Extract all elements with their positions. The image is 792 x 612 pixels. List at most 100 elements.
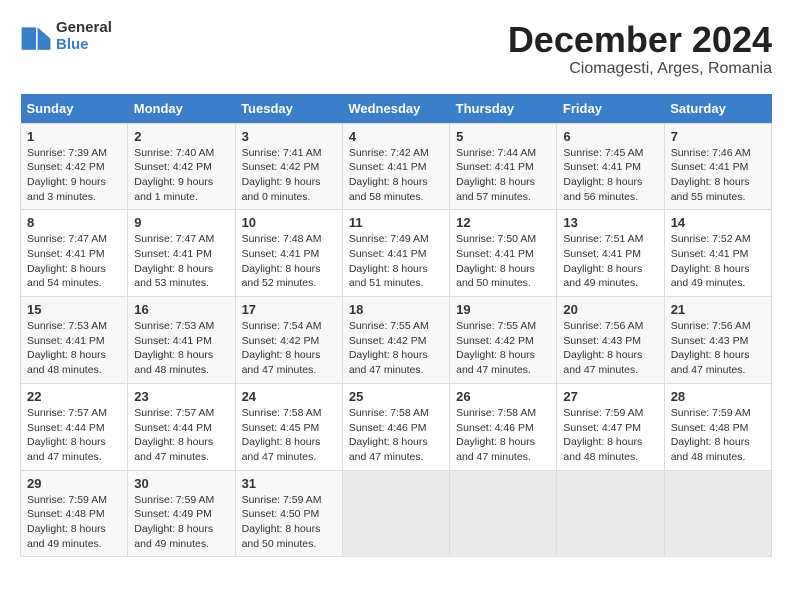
day-number: 17: [242, 302, 336, 317]
table-row: 21 Sunrise: 7:56 AM Sunset: 4:43 PM Dayl…: [664, 297, 771, 384]
day-info: Sunrise: 7:56 AM Sunset: 4:43 PM Dayligh…: [671, 319, 765, 378]
day-info: Sunrise: 7:52 AM Sunset: 4:41 PM Dayligh…: [671, 232, 765, 291]
table-row: 13 Sunrise: 7:51 AM Sunset: 4:41 PM Dayl…: [557, 210, 664, 297]
day-info: Sunrise: 7:53 AM Sunset: 4:41 PM Dayligh…: [27, 319, 121, 378]
day-number: 16: [134, 302, 228, 317]
day-number: 11: [349, 215, 443, 230]
table-row: 14 Sunrise: 7:52 AM Sunset: 4:41 PM Dayl…: [664, 210, 771, 297]
calendar-table: Sunday Monday Tuesday Wednesday Thursday…: [20, 94, 772, 558]
day-info: Sunrise: 7:39 AM Sunset: 4:42 PM Dayligh…: [27, 146, 121, 205]
table-row: 2 Sunrise: 7:40 AM Sunset: 4:42 PM Dayli…: [128, 123, 235, 210]
table-row: 12 Sunrise: 7:50 AM Sunset: 4:41 PM Dayl…: [450, 210, 557, 297]
table-row: 25 Sunrise: 7:58 AM Sunset: 4:46 PM Dayl…: [342, 383, 449, 470]
logo-text: General Blue: [56, 20, 112, 53]
calendar-week-row: 8 Sunrise: 7:47 AM Sunset: 4:41 PM Dayli…: [21, 210, 772, 297]
title-block: December 2024 Ciomagesti, Arges, Romania: [508, 20, 772, 78]
table-row: 10 Sunrise: 7:48 AM Sunset: 4:41 PM Dayl…: [235, 210, 342, 297]
page-title: December 2024: [508, 20, 772, 60]
day-number: 6: [563, 129, 657, 144]
table-row: 28 Sunrise: 7:59 AM Sunset: 4:48 PM Dayl…: [664, 383, 771, 470]
day-number: 14: [671, 215, 765, 230]
calendar-header-row: Sunday Monday Tuesday Wednesday Thursday…: [21, 94, 772, 124]
col-wednesday: Wednesday: [342, 94, 449, 124]
table-row: 15 Sunrise: 7:53 AM Sunset: 4:41 PM Dayl…: [21, 297, 128, 384]
calendar-week-row: 1 Sunrise: 7:39 AM Sunset: 4:42 PM Dayli…: [21, 123, 772, 210]
day-info: Sunrise: 7:41 AM Sunset: 4:42 PM Dayligh…: [242, 146, 336, 205]
day-number: 18: [349, 302, 443, 317]
day-number: 25: [349, 389, 443, 404]
table-row: 3 Sunrise: 7:41 AM Sunset: 4:42 PM Dayli…: [235, 123, 342, 210]
day-number: 9: [134, 215, 228, 230]
table-row: 24 Sunrise: 7:58 AM Sunset: 4:45 PM Dayl…: [235, 383, 342, 470]
day-number: 22: [27, 389, 121, 404]
day-info: Sunrise: 7:40 AM Sunset: 4:42 PM Dayligh…: [134, 146, 228, 205]
calendar-week-row: 29 Sunrise: 7:59 AM Sunset: 4:48 PM Dayl…: [21, 470, 772, 557]
day-info: Sunrise: 7:49 AM Sunset: 4:41 PM Dayligh…: [349, 232, 443, 291]
table-row: 20 Sunrise: 7:56 AM Sunset: 4:43 PM Dayl…: [557, 297, 664, 384]
day-info: Sunrise: 7:59 AM Sunset: 4:48 PM Dayligh…: [27, 493, 121, 552]
day-info: Sunrise: 7:57 AM Sunset: 4:44 PM Dayligh…: [134, 406, 228, 465]
table-row: 9 Sunrise: 7:47 AM Sunset: 4:41 PM Dayli…: [128, 210, 235, 297]
day-number: 29: [27, 476, 121, 491]
day-info: Sunrise: 7:55 AM Sunset: 4:42 PM Dayligh…: [456, 319, 550, 378]
day-info: Sunrise: 7:58 AM Sunset: 4:46 PM Dayligh…: [349, 406, 443, 465]
page-header: General Blue December 2024 Ciomagesti, A…: [20, 20, 772, 78]
table-row: 22 Sunrise: 7:57 AM Sunset: 4:44 PM Dayl…: [21, 383, 128, 470]
day-number: 7: [671, 129, 765, 144]
day-info: Sunrise: 7:47 AM Sunset: 4:41 PM Dayligh…: [134, 232, 228, 291]
day-info: Sunrise: 7:57 AM Sunset: 4:44 PM Dayligh…: [27, 406, 121, 465]
day-info: Sunrise: 7:46 AM Sunset: 4:41 PM Dayligh…: [671, 146, 765, 205]
day-info: Sunrise: 7:55 AM Sunset: 4:42 PM Dayligh…: [349, 319, 443, 378]
table-row: 8 Sunrise: 7:47 AM Sunset: 4:41 PM Dayli…: [21, 210, 128, 297]
day-number: 15: [27, 302, 121, 317]
day-number: 8: [27, 215, 121, 230]
table-row: 31 Sunrise: 7:59 AM Sunset: 4:50 PM Dayl…: [235, 470, 342, 557]
table-row: [450, 470, 557, 557]
day-number: 13: [563, 215, 657, 230]
col-saturday: Saturday: [664, 94, 771, 124]
day-number: 28: [671, 389, 765, 404]
day-number: 20: [563, 302, 657, 317]
day-info: Sunrise: 7:48 AM Sunset: 4:41 PM Dayligh…: [242, 232, 336, 291]
col-tuesday: Tuesday: [235, 94, 342, 124]
table-row: 19 Sunrise: 7:55 AM Sunset: 4:42 PM Dayl…: [450, 297, 557, 384]
day-number: 12: [456, 215, 550, 230]
day-info: Sunrise: 7:59 AM Sunset: 4:49 PM Dayligh…: [134, 493, 228, 552]
day-number: 2: [134, 129, 228, 144]
day-info: Sunrise: 7:59 AM Sunset: 4:47 PM Dayligh…: [563, 406, 657, 465]
calendar-week-row: 22 Sunrise: 7:57 AM Sunset: 4:44 PM Dayl…: [21, 383, 772, 470]
col-thursday: Thursday: [450, 94, 557, 124]
day-number: 10: [242, 215, 336, 230]
day-number: 21: [671, 302, 765, 317]
day-number: 1: [27, 129, 121, 144]
day-info: Sunrise: 7:44 AM Sunset: 4:41 PM Dayligh…: [456, 146, 550, 205]
table-row: 29 Sunrise: 7:59 AM Sunset: 4:48 PM Dayl…: [21, 470, 128, 557]
table-row: 26 Sunrise: 7:58 AM Sunset: 4:46 PM Dayl…: [450, 383, 557, 470]
col-sunday: Sunday: [21, 94, 128, 124]
day-number: 26: [456, 389, 550, 404]
day-number: 31: [242, 476, 336, 491]
table-row: 6 Sunrise: 7:45 AM Sunset: 4:41 PM Dayli…: [557, 123, 664, 210]
day-info: Sunrise: 7:42 AM Sunset: 4:41 PM Dayligh…: [349, 146, 443, 205]
table-row: 23 Sunrise: 7:57 AM Sunset: 4:44 PM Dayl…: [128, 383, 235, 470]
day-info: Sunrise: 7:51 AM Sunset: 4:41 PM Dayligh…: [563, 232, 657, 291]
day-number: 27: [563, 389, 657, 404]
table-row: 18 Sunrise: 7:55 AM Sunset: 4:42 PM Dayl…: [342, 297, 449, 384]
logo-icon: [20, 21, 52, 53]
day-info: Sunrise: 7:59 AM Sunset: 4:48 PM Dayligh…: [671, 406, 765, 465]
table-row: 1 Sunrise: 7:39 AM Sunset: 4:42 PM Dayli…: [21, 123, 128, 210]
day-info: Sunrise: 7:53 AM Sunset: 4:41 PM Dayligh…: [134, 319, 228, 378]
day-info: Sunrise: 7:59 AM Sunset: 4:50 PM Dayligh…: [242, 493, 336, 552]
day-number: 3: [242, 129, 336, 144]
day-info: Sunrise: 7:47 AM Sunset: 4:41 PM Dayligh…: [27, 232, 121, 291]
day-info: Sunrise: 7:54 AM Sunset: 4:42 PM Dayligh…: [242, 319, 336, 378]
table-row: 17 Sunrise: 7:54 AM Sunset: 4:42 PM Dayl…: [235, 297, 342, 384]
table-row: 4 Sunrise: 7:42 AM Sunset: 4:41 PM Dayli…: [342, 123, 449, 210]
day-number: 24: [242, 389, 336, 404]
col-friday: Friday: [557, 94, 664, 124]
col-monday: Monday: [128, 94, 235, 124]
day-info: Sunrise: 7:56 AM Sunset: 4:43 PM Dayligh…: [563, 319, 657, 378]
day-number: 30: [134, 476, 228, 491]
table-row: 5 Sunrise: 7:44 AM Sunset: 4:41 PM Dayli…: [450, 123, 557, 210]
table-row: 11 Sunrise: 7:49 AM Sunset: 4:41 PM Dayl…: [342, 210, 449, 297]
